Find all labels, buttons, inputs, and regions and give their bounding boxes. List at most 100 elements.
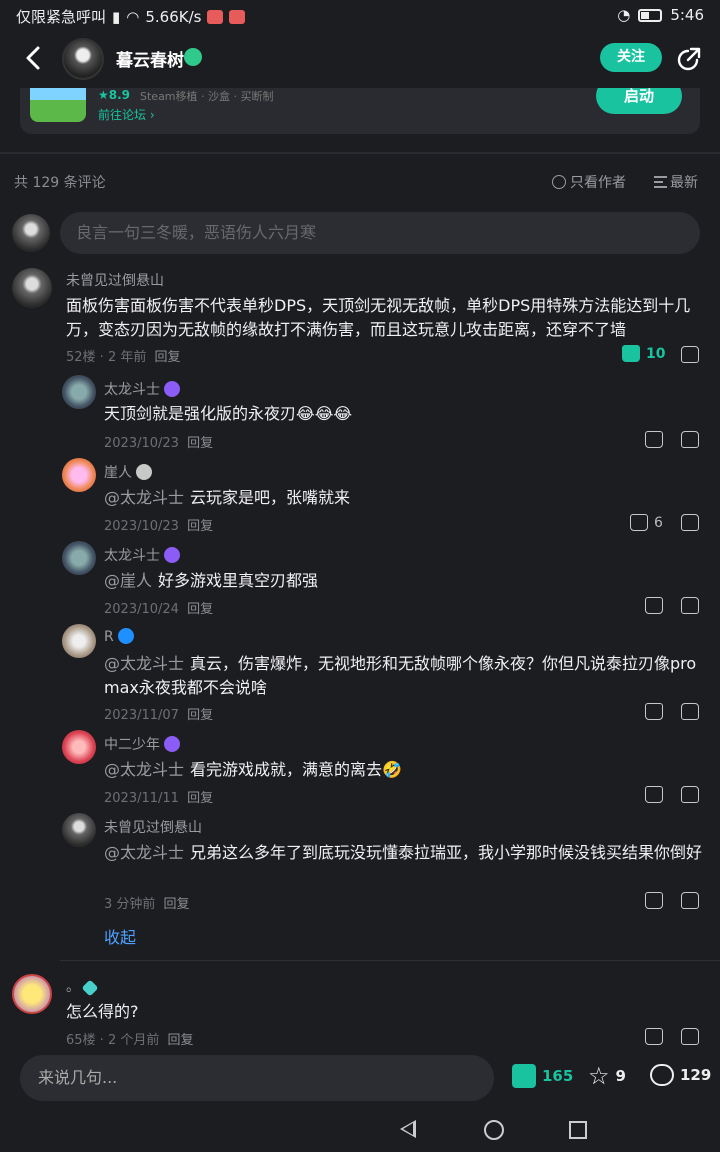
comment-meta: 65楼 · 2 个月前 回复 [66, 1033, 194, 1048]
reply-meta: 2023/11/11 回复 [104, 791, 214, 806]
comment-composer: 良言一句三冬暖，恶语伤人六月寒 [12, 212, 708, 254]
nav-recents-icon[interactable] [569, 1121, 587, 1139]
comments-count: 129 [680, 1066, 712, 1084]
comment-floor-time: 52楼 · 2 年前 [66, 350, 147, 365]
post-like-count: 165 [542, 1067, 574, 1085]
signal-icon: ▮ [112, 7, 121, 26]
nav-home-icon[interactable] [484, 1120, 504, 1140]
reply-button[interactable]: 回复 [167, 1033, 193, 1048]
mention[interactable]: @太龙斗士 [104, 760, 184, 779]
thumbs-down-icon[interactable] [681, 431, 699, 448]
reply-text: @太龙斗士 真云，伤害爆炸，无视地形和无敌帧哪个像永夜？你但凡说泰拉刃像pro m… [104, 654, 697, 697]
like-button[interactable] [645, 1028, 663, 1045]
thumbs-up-icon [645, 786, 663, 803]
thumbs-down-icon[interactable] [681, 892, 699, 909]
reply-text: @太龙斗士 兄弟这么多年了到底玩没玩懂泰拉瑞亚，我小学那时候没钱买结果你倒好 [104, 843, 703, 862]
like-button[interactable]: 6 [630, 514, 663, 531]
reply-avatar[interactable] [62, 813, 96, 847]
like-button[interactable] [645, 892, 663, 909]
thumbs-down-icon[interactable] [681, 786, 699, 803]
comment-input[interactable]: 良言一句三冬暖，恶语伤人六月寒 [60, 212, 700, 254]
author-name[interactable]: 暮云春树 [116, 46, 184, 71]
reply-user[interactable]: R [104, 628, 134, 645]
forum-link[interactable]: 前往论坛 › [98, 106, 155, 123]
wifi-icon: ◠ [126, 7, 140, 26]
thumbs-up-icon [645, 703, 663, 720]
thumbs-down-icon[interactable] [681, 597, 699, 614]
star-icon: ☆ [588, 1062, 610, 1090]
section-divider [0, 152, 720, 154]
thumbs-up-icon [512, 1064, 536, 1088]
nav-back-icon[interactable] [400, 1120, 416, 1138]
game-card[interactable]: ★8.9 Steam移植 · 沙盒 · 买断制 前往论坛 › 启动 [20, 88, 700, 134]
game-thumbnail[interactable] [30, 88, 86, 122]
thumbs-down-icon[interactable] [681, 514, 699, 531]
like-count: 6 [654, 514, 663, 531]
thumbs-up-icon [645, 1028, 663, 1045]
mention[interactable]: @太龙斗士 [104, 654, 184, 673]
follow-button[interactable]: 关注 [600, 43, 662, 72]
collapse-replies-button[interactable]: 收起 [104, 924, 136, 948]
like-button[interactable] [645, 597, 663, 614]
favorite-button[interactable]: ☆ 9 [588, 1064, 626, 1088]
reply-avatar[interactable] [62, 730, 96, 764]
mention[interactable]: @太龙斗士 [104, 843, 184, 862]
reply-meta: 2023/10/23 回复 [104, 436, 214, 451]
radio-circle-icon [552, 175, 566, 189]
thumbs-down-icon[interactable] [681, 1028, 699, 1045]
commenter-name[interactable]: 未曾见过倒悬山 [66, 270, 164, 290]
reply-text: 天顶剑就是强化版的永夜刃😂😂😂 [104, 404, 353, 423]
reply-user[interactable]: 太龙斗士 [104, 545, 180, 565]
commenter-avatar[interactable] [12, 974, 52, 1014]
net-speed: 5.66K/s [145, 7, 202, 26]
reply-avatar[interactable] [62, 458, 96, 492]
reply-button[interactable]: 回复 [164, 897, 190, 912]
reply-button[interactable]: 回复 [154, 350, 180, 365]
notification-icon [229, 9, 246, 24]
author-only-toggle[interactable]: 只看作者 [552, 172, 626, 192]
thumbs-down-icon[interactable] [681, 346, 699, 363]
thumbs-down-icon[interactable] [681, 703, 699, 720]
commenter-name[interactable]: 。 [66, 976, 99, 997]
mention[interactable]: @太龙斗士 [104, 488, 184, 507]
reply-button[interactable]: 回复 [187, 708, 213, 723]
bottom-comment-input[interactable]: 来说几句... [20, 1055, 494, 1101]
reply-button[interactable]: 回复 [187, 436, 213, 451]
notification-icon [207, 9, 224, 24]
commenter-avatar[interactable] [12, 268, 52, 308]
thumbs-up-icon [630, 514, 648, 531]
like-button[interactable] [645, 431, 663, 448]
share-icon[interactable] [676, 46, 702, 72]
like-button[interactable]: 10 [622, 345, 665, 362]
reply-button[interactable]: 回复 [187, 791, 213, 806]
post-like-button[interactable]: 165 [512, 1064, 573, 1088]
sort-latest[interactable]: 最新 [654, 172, 698, 192]
reply-avatar[interactable] [62, 624, 96, 658]
bottom-action-bar: 来说几句... 165 ☆ 9 129 [0, 1048, 720, 1108]
reply-avatar[interactable] [62, 375, 96, 409]
comment-text: 面板伤害面板伤害不代表单秒DPS，天顶剑无视无敌帧，单秒DPS用特殊方法能达到十… [66, 296, 691, 339]
author-avatar[interactable] [62, 38, 104, 80]
reply-user[interactable]: 崖人 [104, 462, 152, 482]
clock: 5:46 [670, 6, 704, 24]
reply-button[interactable]: 回复 [187, 602, 213, 617]
reply-user[interactable]: 中二少年 [104, 734, 180, 754]
reply-user[interactable]: 太龙斗士 [104, 379, 180, 399]
comment-count: 共 129 条评论 [14, 175, 106, 191]
launch-button[interactable]: 启动 [596, 88, 682, 114]
mention[interactable]: @崖人 [104, 571, 152, 590]
reply-button[interactable]: 回复 [187, 519, 213, 534]
like-button[interactable] [645, 786, 663, 803]
reply-user[interactable]: 未曾见过倒悬山 [104, 817, 202, 837]
like-button[interactable] [645, 703, 663, 720]
thumbs-up-icon [622, 345, 640, 362]
reply-meta: 2023/11/07 回复 [104, 708, 214, 723]
like-count: 10 [646, 345, 666, 362]
game-meta: Steam移植 · 沙盒 · 买断制 [140, 90, 274, 103]
back-arrow-icon[interactable] [20, 44, 48, 72]
reply-avatar[interactable] [62, 541, 96, 575]
game-score: ★8.9 [98, 88, 131, 102]
comments-button[interactable]: 129 [650, 1064, 711, 1086]
author-only-label: 只看作者 [570, 175, 626, 191]
thumbs-up-icon [645, 431, 663, 448]
